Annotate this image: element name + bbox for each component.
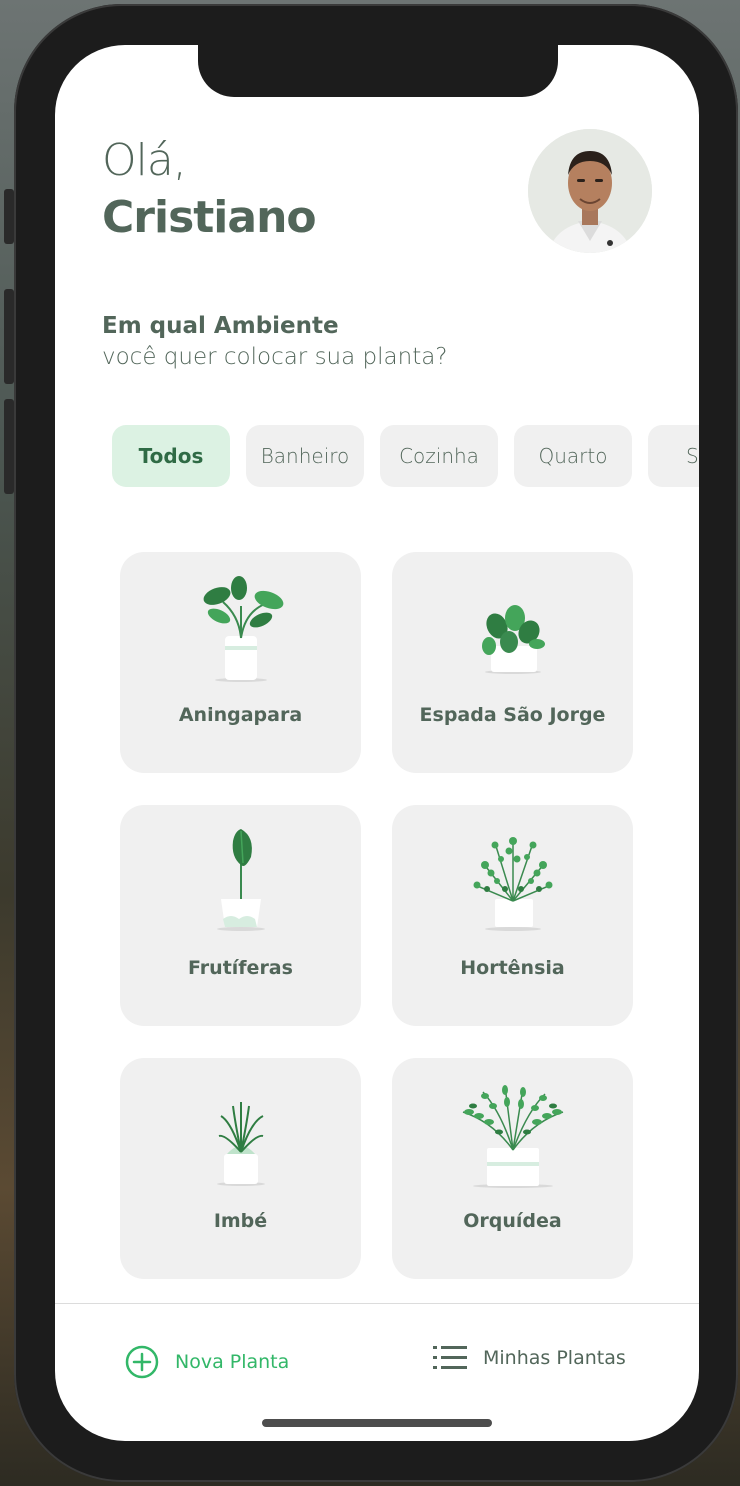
- add-circle-icon: [125, 1345, 159, 1379]
- chip-banheiro[interactable]: Banheiro: [246, 425, 364, 487]
- greeting-user-name: Cristiano: [102, 192, 317, 243]
- chip-todos[interactable]: Todos: [112, 425, 230, 487]
- plant-card[interactable]: Aningapara: [120, 552, 361, 773]
- plant-card[interactable]: Frutíferas: [120, 805, 361, 1026]
- chip-quarto[interactable]: Quarto: [514, 425, 632, 487]
- chip-partial[interactable]: S: [648, 425, 699, 487]
- plant-card[interactable]: Hortênsia: [392, 805, 633, 1026]
- plant-name: Aningapara: [178, 704, 303, 726]
- app-screen: Olá, Cristiano Em qual Ambiente você que…: [55, 45, 699, 1441]
- user-photo-icon: [528, 129, 652, 253]
- plant-card[interactable]: Imbé: [120, 1058, 361, 1279]
- side-button: [4, 289, 14, 384]
- potted-plant-icon: [216, 829, 265, 931]
- plant-grid: Aningapara Espada São Jorge Frutíferas H…: [120, 552, 633, 1279]
- greeting: Olá, Cristiano: [102, 133, 317, 247]
- potted-plant-icon: [481, 605, 545, 674]
- home-indicator[interactable]: [262, 1419, 492, 1427]
- plant-name: Frutíferas: [188, 957, 293, 979]
- my-plants-tab[interactable]: Minhas Plantas: [433, 1345, 626, 1371]
- potted-plant-icon: [203, 576, 283, 682]
- environment-question: Em qual Ambiente você quer colocar sua p…: [102, 311, 448, 373]
- question-title: Em qual Ambiente: [102, 313, 339, 339]
- plant-name: Orquídea: [463, 1210, 562, 1232]
- side-button: [4, 189, 14, 244]
- potted-plant-icon: [216, 1102, 265, 1186]
- environment-filter: Todos Banheiro Cozinha Quarto S: [112, 425, 699, 487]
- greeting-hello: Olá,: [102, 135, 187, 186]
- notch: [198, 45, 558, 97]
- plant-name: Espada São Jorge: [419, 704, 606, 726]
- plant-card[interactable]: Orquídea: [392, 1058, 633, 1279]
- plant-name: Hortênsia: [460, 957, 565, 979]
- list-icon: [433, 1346, 467, 1369]
- plant-card[interactable]: Espada São Jorge: [392, 552, 633, 773]
- chip-cozinha[interactable]: Cozinha: [380, 425, 498, 487]
- side-button: [4, 399, 14, 494]
- potted-plant-icon: [473, 837, 552, 931]
- avatar[interactable]: [528, 129, 652, 253]
- potted-plant-icon: [462, 1085, 563, 1188]
- plant-name: Imbé: [213, 1210, 268, 1232]
- question-subtitle: você quer colocar sua planta?: [102, 344, 448, 370]
- new-plant-tab[interactable]: Nova Planta: [125, 1345, 289, 1379]
- my-plants-label: Minhas Plantas: [483, 1347, 626, 1369]
- new-plant-label: Nova Planta: [175, 1351, 290, 1373]
- tabbar-divider: [55, 1303, 699, 1304]
